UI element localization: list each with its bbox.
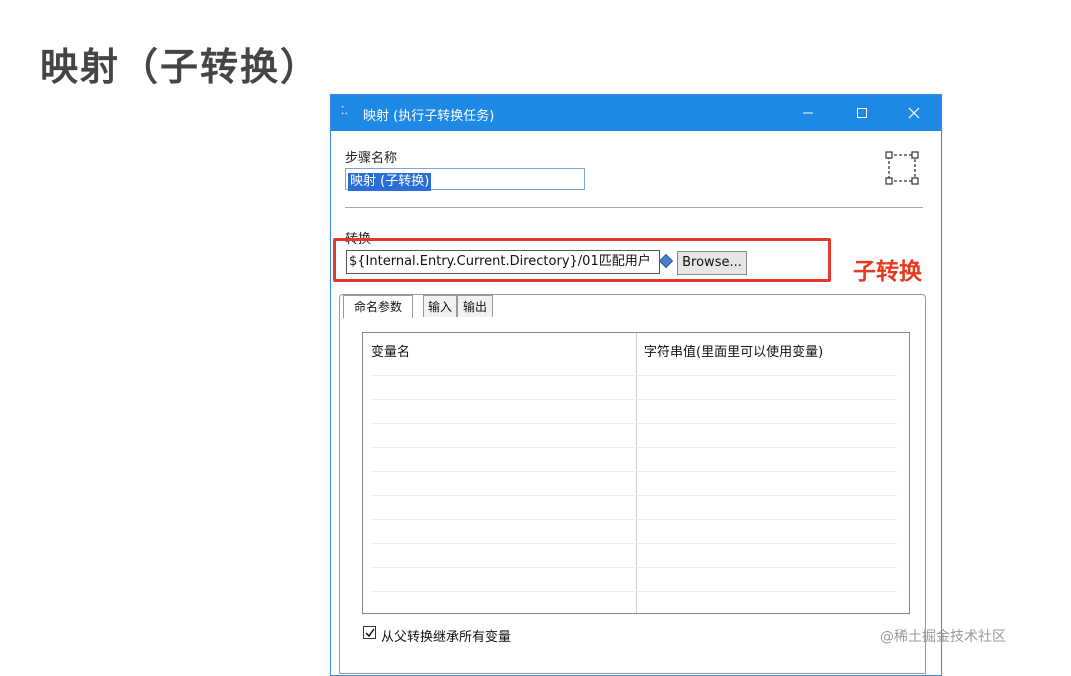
step-name-value: 映射 (子转换) — [348, 173, 432, 191]
slide-title: 映射（子转换） — [40, 45, 321, 89]
parameters-table[interactable]: 变量名 字符串值(里面里可以使用变量) — [362, 332, 910, 614]
table-row[interactable] — [371, 399, 897, 400]
maximize-icon — [857, 108, 867, 118]
dialog-titlebar[interactable]: ⁚. 映射 (执行子转换任务) — [331, 95, 941, 131]
inherit-variables-label: 从父转换继承所有变量 — [381, 630, 512, 645]
mapping-step-icon — [885, 151, 919, 185]
section-divider — [345, 207, 923, 208]
table-row[interactable] — [371, 495, 897, 496]
column-header-variable-name: 变量名 — [371, 345, 411, 360]
step-name-input[interactable]: 映射 (子转换) — [345, 168, 585, 191]
column-header-string-value: 字符串值(里面里可以使用变量) — [644, 345, 824, 360]
sub-transformation-annotation: 子转换 — [853, 259, 922, 285]
mapping-dialog: ⁚. 映射 (执行子转换任务) 步骤名称 映射 (子转换) 转换 ${Inter… — [330, 94, 942, 676]
table-row[interactable] — [371, 423, 897, 424]
table-row[interactable] — [371, 471, 897, 472]
table-row[interactable] — [371, 567, 897, 568]
step-name-label: 步骤名称 — [345, 151, 398, 166]
minimize-icon — [803, 112, 813, 114]
minimize-button[interactable] — [785, 95, 831, 131]
watermark: @稀土掘金技术社区 — [880, 629, 1006, 645]
table-row[interactable] — [371, 591, 897, 592]
table-row[interactable] — [371, 543, 897, 544]
tab-output[interactable]: 输出 — [457, 295, 493, 317]
tab-named-parameters[interactable]: 命名参数 — [343, 295, 413, 318]
app-icon: ⁚. — [341, 104, 348, 117]
maximize-button[interactable] — [839, 95, 885, 131]
close-icon — [908, 107, 920, 119]
close-button[interactable] — [891, 95, 937, 131]
tab-input[interactable]: 输入 — [423, 295, 457, 317]
checkmark-icon — [365, 628, 375, 638]
inherit-variables-checkbox[interactable] — [363, 626, 376, 639]
table-row[interactable] — [371, 375, 897, 376]
dialog-title: 映射 (执行子转换任务) — [363, 109, 495, 124]
table-row[interactable] — [371, 519, 897, 520]
highlight-box — [333, 238, 831, 282]
table-row[interactable] — [371, 447, 897, 448]
